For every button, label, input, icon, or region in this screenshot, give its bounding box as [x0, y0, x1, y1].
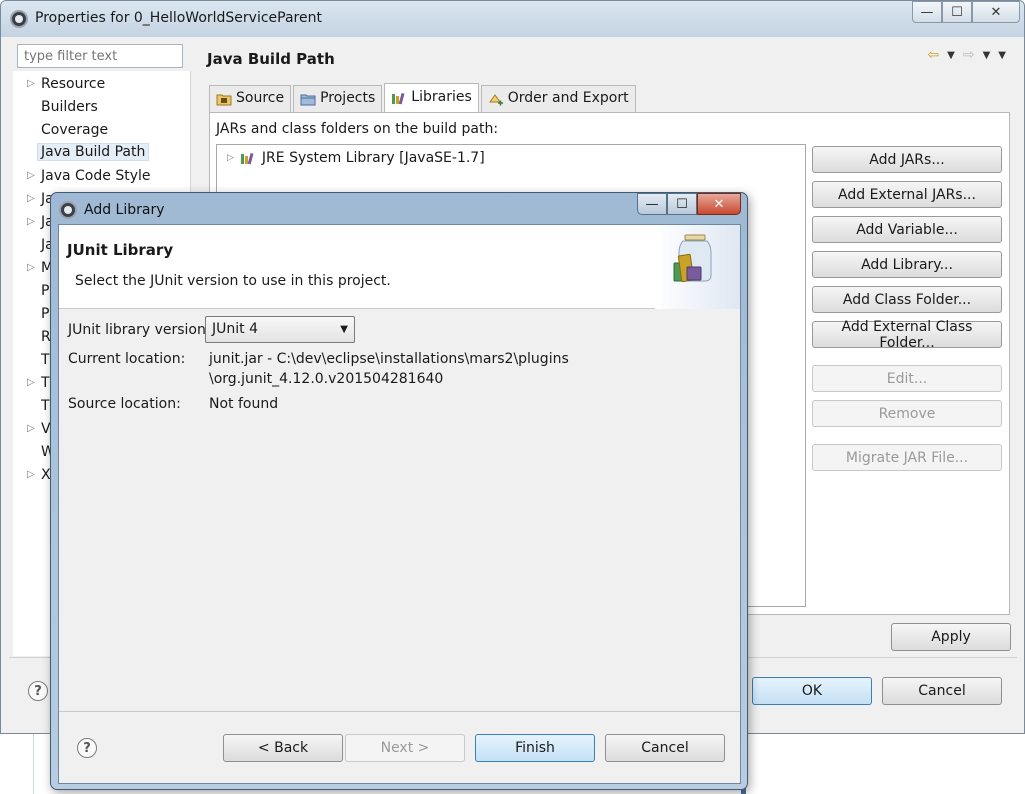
- build-path-label: JARs and class folders on the build path…: [216, 121, 499, 137]
- dialog-client-area: JUnit Library Select the JUnit version t…: [58, 224, 741, 784]
- minimize-button[interactable]: —: [912, 1, 942, 23]
- wizard-message: Select the JUnit version to use in this …: [75, 273, 391, 289]
- page-navigation: ⇦ ▼ ⇨ ▼ ▼: [927, 47, 1006, 63]
- wizard-header: JUnit Library Select the JUnit version t…: [59, 225, 740, 309]
- migrate-jar-button[interactable]: Migrate JAR File...: [812, 444, 1002, 471]
- expand-arrow-icon[interactable]: ▷: [27, 170, 35, 181]
- back-button[interactable]: < Back: [223, 734, 343, 762]
- add-class-folder-button[interactable]: Add Class Folder...: [812, 286, 1002, 313]
- tree-item-resource[interactable]: Resource: [41, 76, 105, 92]
- expand-arrow-icon[interactable]: ▷: [27, 469, 35, 480]
- tab-order-and-export[interactable]: Order and Export: [480, 85, 636, 112]
- project-folder-icon: [300, 94, 316, 106]
- view-menu-icon[interactable]: ▼: [998, 50, 1006, 63]
- current-location-value: junit.jar - C:\dev\eclipse\installations…: [209, 351, 569, 367]
- tree-item[interactable]: T: [41, 375, 50, 391]
- add-external-jars-button[interactable]: Add External JARs...: [812, 181, 1002, 208]
- expand-arrow-icon[interactable]: ▷: [27, 423, 35, 434]
- eclipse-app-icon: [59, 201, 77, 219]
- tree-item-coverage[interactable]: Coverage: [41, 122, 108, 138]
- source-folder-icon: [216, 94, 232, 106]
- selected-version: JUnit 4: [212, 321, 258, 337]
- dialog-caption-buttons: — ☐ ✕: [637, 193, 741, 215]
- add-jars-button[interactable]: Add JARs...: [812, 146, 1002, 173]
- dialog-separator: [59, 711, 740, 712]
- expand-arrow-icon[interactable]: ▷: [27, 262, 35, 273]
- tree-item[interactable]: P: [41, 283, 49, 299]
- edit-button[interactable]: Edit...: [812, 365, 1002, 392]
- current-location-label: Current location:: [68, 351, 186, 367]
- window-titlebar[interactable]: Properties for 0_HelloWorldServiceParent…: [1, 1, 1024, 37]
- library-label: JRE System Library [JavaSE-1.7]: [261, 150, 485, 166]
- tab-libraries[interactable]: Libraries: [384, 83, 479, 112]
- tree-item[interactable]: T: [41, 352, 50, 368]
- cancel-button[interactable]: Cancel: [882, 677, 1002, 705]
- source-location-label: Source location:: [68, 396, 181, 412]
- expand-arrow-icon[interactable]: ▷: [27, 216, 35, 227]
- tree-item-java-code-style[interactable]: Java Code Style: [41, 168, 150, 184]
- back-dropdown-icon[interactable]: ▼: [947, 50, 955, 63]
- dialog-minimize-button[interactable]: —: [637, 193, 667, 215]
- finish-button[interactable]: Finish: [475, 734, 595, 762]
- tab-label: Source: [236, 90, 285, 106]
- close-button[interactable]: ✕: [972, 1, 1020, 23]
- ok-button[interactable]: OK: [752, 677, 872, 705]
- add-library-dialog: Add Library — ☐ ✕ JUnit Library Select t…: [50, 192, 748, 790]
- forward-arrow-icon[interactable]: ⇨: [963, 47, 975, 63]
- add-external-class-folder-button[interactable]: Add External Class Folder...: [812, 319, 1002, 351]
- dialog-close-button[interactable]: ✕: [697, 193, 741, 215]
- library-jar-icon: [240, 152, 254, 165]
- library-jar-banner-icon: [673, 234, 712, 283]
- order-export-icon: [488, 94, 503, 106]
- tab-source[interactable]: Source: [209, 85, 292, 112]
- dialog-help-icon[interactable]: ?: [77, 738, 97, 758]
- tree-item[interactable]: T: [41, 398, 50, 414]
- build-path-tabs: Source Projects Libraries Order and Expo…: [209, 83, 638, 112]
- wizard-title: JUnit Library: [67, 241, 174, 259]
- junit-version-label: JUnit library version:: [68, 322, 211, 338]
- back-arrow-icon[interactable]: ⇦: [927, 47, 939, 63]
- source-location-value: Not found: [209, 396, 279, 412]
- tab-label: Libraries: [411, 89, 472, 105]
- add-library-button[interactable]: Add Library...: [812, 251, 1002, 278]
- expand-arrow-icon[interactable]: ▷: [27, 377, 35, 388]
- tab-label: Projects: [320, 90, 376, 106]
- dialog-title: Add Library: [84, 202, 165, 218]
- junit-version-select[interactable]: JUnit 4 ▼: [205, 316, 355, 343]
- maximize-button[interactable]: ☐: [942, 1, 972, 23]
- filter-input[interactable]: [17, 44, 183, 68]
- expand-arrow-icon[interactable]: ▷: [27, 78, 35, 89]
- help-icon[interactable]: ?: [28, 681, 48, 701]
- apply-button[interactable]: Apply: [891, 623, 1011, 651]
- window-title: Properties for 0_HelloWorldServiceParent: [35, 10, 322, 26]
- dialog-cancel-button[interactable]: Cancel: [605, 734, 725, 762]
- page-title: Java Build Path: [207, 50, 335, 68]
- current-location-value-cont: \org.junit_4.12.0.v201504281640: [209, 371, 444, 387]
- add-variable-button[interactable]: Add Variable...: [812, 216, 1002, 243]
- expand-arrow-icon[interactable]: ▷: [27, 193, 35, 204]
- library-row-jre[interactable]: ▷ JRE System Library [JavaSE-1.7]: [227, 150, 485, 166]
- tree-item-builders[interactable]: Builders: [41, 99, 98, 115]
- next-button[interactable]: Next >: [345, 734, 465, 762]
- expand-arrow-icon[interactable]: ▷: [227, 153, 234, 163]
- tree-item-java-build-path[interactable]: Java Build Path: [37, 143, 150, 161]
- remove-button[interactable]: Remove: [812, 400, 1002, 427]
- forward-dropdown-icon[interactable]: ▼: [983, 50, 991, 63]
- caption-buttons: — ☐ ✕: [912, 1, 1020, 23]
- eclipse-app-icon: [10, 10, 28, 28]
- tab-label: Order and Export: [507, 90, 629, 106]
- tab-projects[interactable]: Projects: [293, 85, 383, 112]
- libraries-icon: [392, 92, 405, 105]
- chevron-down-icon: ▼: [340, 324, 348, 335]
- desktop-divider: [33, 734, 34, 794]
- tree-item[interactable]: P: [41, 306, 49, 322]
- dialog-maximize-button[interactable]: ☐: [667, 193, 697, 215]
